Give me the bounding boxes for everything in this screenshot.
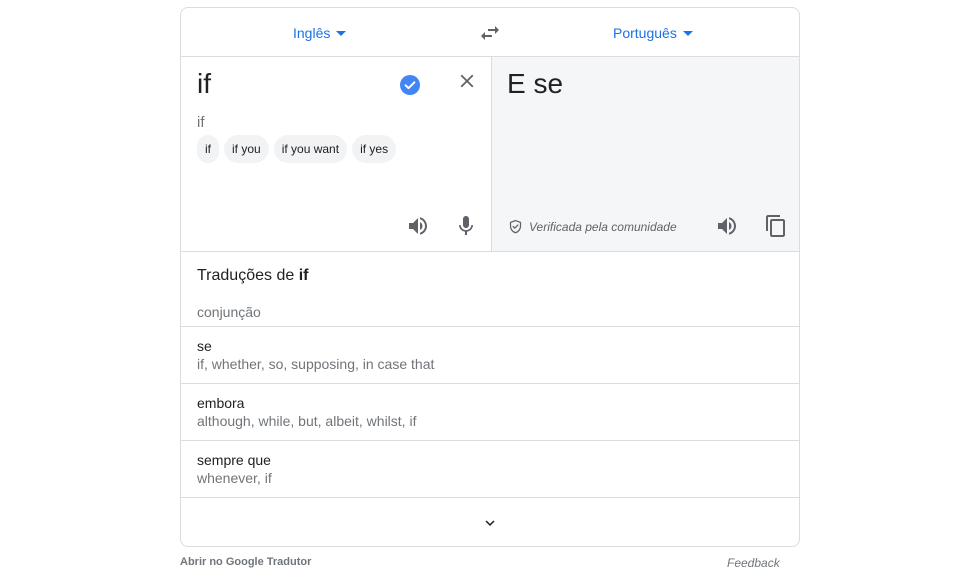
copy-icon[interactable] [764, 214, 788, 238]
mic-icon[interactable] [454, 214, 478, 238]
community-verified: Verificada pela comunidade [508, 219, 677, 234]
language-bar: Inglês Português [181, 8, 799, 57]
part-of-speech: conjunção [197, 304, 261, 320]
dictionary-entry: se if, whether, so, supposing, in case t… [181, 326, 799, 383]
entry-synonyms: although, while, but, albeit, whilst, if [197, 413, 417, 429]
dictionary-title-word: if [298, 267, 309, 284]
dictionary-title: Traduções de if [197, 267, 308, 285]
source-language-label: Inglês [293, 24, 331, 41]
dictionary-entry: embora although, while, but, albeit, whi… [181, 383, 799, 440]
community-verified-label: Verificada pela comunidade [529, 219, 677, 234]
entry-synonyms: if, whether, so, supposing, in case that [197, 356, 435, 372]
expand-button[interactable] [181, 497, 799, 546]
target-language-label: Português [613, 24, 677, 41]
target-language-button[interactable]: Português [613, 8, 693, 57]
suggestion-chip[interactable]: if you want [273, 135, 348, 163]
dictionary-entries: se if, whether, so, supposing, in case t… [181, 326, 799, 497]
target-text: E se [507, 68, 564, 99]
suggestion-chips: if if you if you want if yes [197, 135, 397, 163]
source-text[interactable]: if [197, 68, 211, 100]
source-pane: if if if if you if you want if yes [181, 57, 491, 252]
dictionary-entry: sempre que whenever, if [181, 440, 799, 497]
dictionary-title-prefix: Traduções de [197, 267, 295, 284]
open-in-translate-link[interactable]: Abrir no Google Tradutor [180, 556, 311, 568]
entry-word: embora [197, 395, 245, 411]
source-language-button[interactable]: Inglês [293, 8, 347, 57]
entry-word: se [197, 338, 212, 354]
target-pane: E se Verificada pela comunidade [491, 57, 799, 252]
swap-icon[interactable] [478, 21, 502, 45]
close-icon[interactable] [456, 70, 478, 92]
entry-synonyms: whenever, if [197, 470, 272, 486]
speaker-icon[interactable] [715, 214, 739, 238]
entry-word: sempre que [197, 452, 271, 468]
verified-check-icon [400, 75, 420, 95]
suggestion-chip[interactable]: if you [224, 135, 269, 163]
chevron-down-icon [481, 514, 499, 532]
feedback-link[interactable]: Feedback [727, 556, 780, 570]
caret-down-icon [336, 31, 347, 36]
caret-down-icon [682, 31, 693, 36]
suggestion-chip[interactable]: if [197, 135, 219, 163]
speaker-icon[interactable] [406, 214, 430, 238]
source-transliteration: if [197, 114, 205, 131]
shield-check-icon [508, 219, 523, 234]
suggestion-chip[interactable]: if yes [352, 135, 397, 163]
translate-card: Inglês Português if if if if you if you … [180, 7, 800, 547]
